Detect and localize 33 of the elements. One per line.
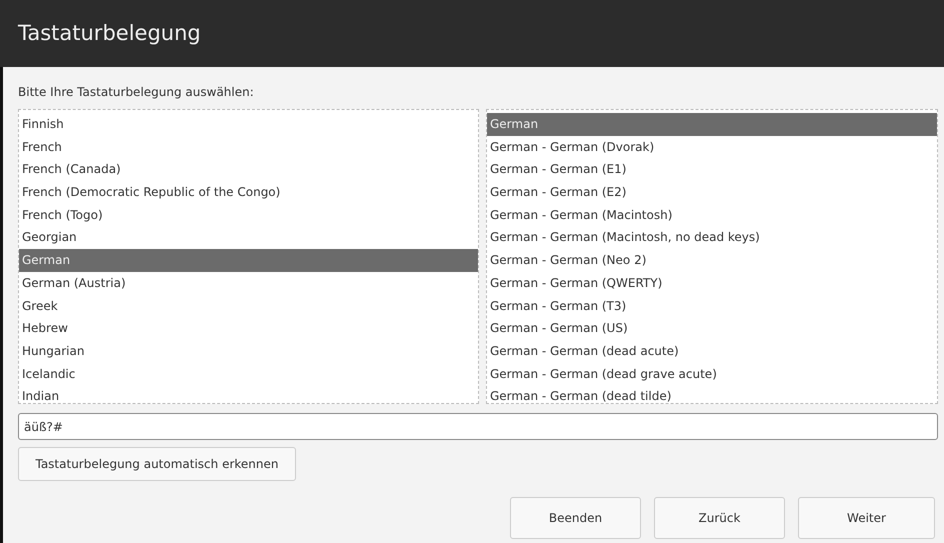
list-item[interactable]: French (Democratic Republic of the Congo) bbox=[19, 181, 478, 204]
list-item[interactable]: Finnish bbox=[19, 113, 478, 136]
list-item[interactable]: Georgian bbox=[19, 226, 478, 250]
list-item[interactable]: German - German (T3) bbox=[487, 294, 937, 318]
list-item[interactable]: German - German (dead tilde) bbox=[487, 385, 937, 403]
test-input-field[interactable]: äüß?# bbox=[18, 413, 938, 440]
prompt-label: Bitte Ihre Tastaturbelegung auswählen: bbox=[18, 84, 254, 101]
list-item[interactable]: German (Austria) bbox=[19, 272, 478, 294]
list-item[interactable]: Icelandic bbox=[19, 362, 478, 386]
detect-layout-button[interactable]: Tastaturbelegung automatisch erkennen bbox=[18, 447, 296, 481]
list-item[interactable]: Greek bbox=[19, 294, 478, 318]
list-item[interactable]: French (Canada) bbox=[19, 158, 478, 182]
list-item[interactable]: German - German (dead acute) bbox=[487, 340, 937, 363]
list-item[interactable]: German - German (QWERTY) bbox=[487, 272, 937, 294]
list-item[interactable]: French bbox=[19, 136, 478, 158]
list-item[interactable]: German - German (dead grave acute) bbox=[487, 362, 937, 386]
list-item[interactable]: French (Togo) bbox=[19, 204, 478, 226]
list-item[interactable]: German bbox=[19, 249, 478, 272]
list-item[interactable]: German bbox=[487, 113, 937, 136]
dialog-button[interactable]: Zurück bbox=[654, 497, 785, 539]
list-item[interactable]: German - German (Macintosh, no dead keys) bbox=[487, 226, 937, 250]
list-item[interactable]: Hungarian bbox=[19, 340, 478, 363]
window-title: Tastaturbelegung bbox=[18, 20, 201, 47]
list-item[interactable]: Indian bbox=[19, 385, 478, 403]
list-item[interactable]: German - German (E2) bbox=[487, 181, 937, 204]
list-item[interactable]: German - German (Macintosh) bbox=[487, 204, 937, 226]
list-item[interactable]: German - German (Dvorak) bbox=[487, 136, 937, 158]
list-item[interactable]: German - German (Neo 2) bbox=[487, 249, 937, 272]
list-item[interactable]: Hebrew bbox=[19, 317, 478, 340]
dialog-button[interactable]: Beenden bbox=[510, 497, 641, 539]
list-item[interactable]: German - German (US) bbox=[487, 317, 937, 340]
list-item[interactable]: German - German (E1) bbox=[487, 158, 937, 182]
dialog-button[interactable]: Weiter bbox=[798, 497, 935, 539]
